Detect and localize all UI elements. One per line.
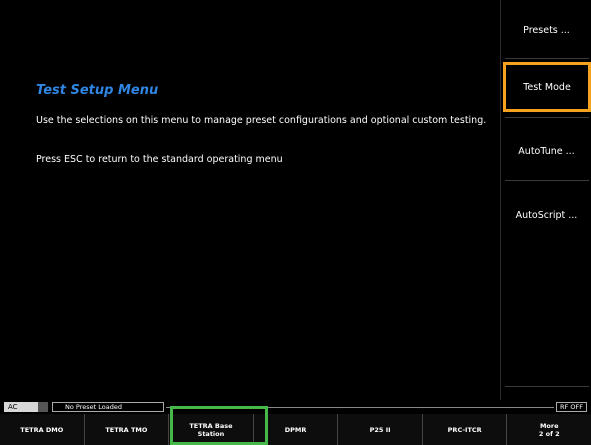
autoscript-softkey[interactable]: AutoScript ... [501, 190, 591, 240]
test-mode-softkey[interactable]: Test Mode [503, 62, 591, 112]
esc-hint: Press ESC to return to the standard oper… [36, 154, 283, 165]
status-divider [166, 407, 554, 408]
dpmr-key[interactable]: DPMR [253, 414, 339, 445]
status-bar: AC No Preset Loaded RF OFF [0, 400, 591, 414]
softkey-divider [505, 117, 589, 118]
power-label: AC [8, 403, 18, 411]
battery-icon [38, 402, 48, 412]
autotune-softkey[interactable]: AutoTune ... [501, 126, 591, 176]
softkey-divider [505, 58, 589, 59]
tetra-base-station-key[interactable]: TETRA Base Station [169, 414, 254, 445]
softkey-panel: Presets ... Test Mode AutoTune ... AutoS… [500, 0, 591, 400]
rf-status: RF OFF [556, 402, 587, 412]
softkey-divider [505, 386, 589, 387]
preset-status: No Preset Loaded [52, 402, 164, 412]
presets-softkey[interactable]: Presets ... [501, 5, 591, 55]
bottom-softkey-bar: TETRA DMO TETRA TMO TETRA Base Station D… [0, 414, 591, 445]
main-panel: Test Setup Menu Use the selections on th… [0, 0, 500, 400]
more-key[interactable]: More 2 of 2 [507, 414, 591, 445]
prc-itcr-key[interactable]: PRC-ITCR [422, 414, 508, 445]
tetra-dmo-key[interactable]: TETRA DMO [0, 414, 85, 445]
softkey-divider [505, 180, 589, 181]
tetra-tmo-key[interactable]: TETRA TMO [84, 414, 170, 445]
page-title: Test Setup Menu [36, 83, 159, 98]
power-indicator: AC [4, 402, 48, 412]
menu-description: Use the selections on this menu to manag… [36, 115, 487, 126]
p25-ii-key[interactable]: P25 II [338, 414, 423, 445]
